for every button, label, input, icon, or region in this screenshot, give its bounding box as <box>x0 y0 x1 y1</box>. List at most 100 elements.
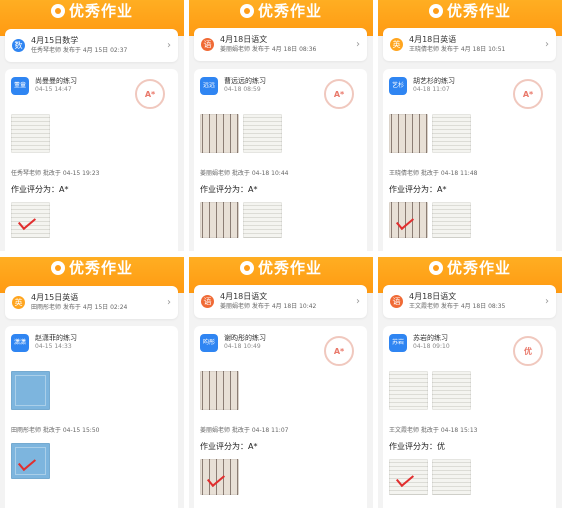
homework-photo[interactable] <box>432 114 471 153</box>
chevron-right-icon[interactable]: › <box>356 296 360 307</box>
student-work-card[interactable]: 远远 曹远远的练习 04-18 08:59 A* 姜丽娟老师 批改于 04-18… <box>194 69 367 251</box>
red-check-icon <box>17 453 37 472</box>
student-work-title: 曹远远的练习 <box>224 77 266 85</box>
review-info: 田雨彤老师 批改于 04-15 15:50 <box>11 427 100 434</box>
panel-5: 优秀作业 语 4月18日语文 姜丽娟老师 发布于 4月 18日 10:42 › … <box>189 257 373 508</box>
homework-photo[interactable] <box>389 114 428 153</box>
student-work-card[interactable]: 潇潇 赵潇菲的练习 04-15 14:33 田雨彤老师 批改于 04-15 15… <box>5 326 178 508</box>
app-logo-icon <box>50 261 65 275</box>
subject-badge: 语 <box>390 295 403 308</box>
assignment-text: 4月18日语文 姜丽娟老师 发布于 4月 18日 10:42 <box>220 292 350 311</box>
brand: 优秀作业 <box>239 259 322 277</box>
assignment-text: 4月15日数学 任秀琴老师 发布于 4月 15日 02:37 <box>31 36 161 55</box>
student-avatar: 苏岩 <box>389 334 407 352</box>
chevron-right-icon[interactable]: › <box>545 296 549 307</box>
review-info: 王文霞老师 批改于 04-18 15:13 <box>389 427 478 434</box>
corrected-photo[interactable] <box>389 459 428 495</box>
corrected-photos <box>389 459 471 495</box>
work-photos <box>11 371 50 410</box>
chevron-right-icon[interactable]: › <box>167 40 171 51</box>
corrected-photos <box>200 459 239 495</box>
student-header: 艺杉 胡艺杉的练习 04-18 11:07 <box>389 77 455 95</box>
corrected-photo[interactable] <box>11 443 50 479</box>
student-avatar: 远远 <box>200 77 218 95</box>
student-avatar: 潇潇 <box>11 334 29 352</box>
homework-photo[interactable] <box>432 371 471 410</box>
assignment-meta: 田雨彤老师 发布于 4月 15日 02:24 <box>31 304 128 311</box>
panel-4: 优秀作业 英 4月15日英语 田雨彤老师 发布于 4月 15日 02:24 › … <box>0 257 184 508</box>
assignment-card[interactable]: 数 4月15日数学 任秀琴老师 发布于 4月 15日 02:37 › <box>5 29 178 62</box>
brand-name: 优秀作业 <box>446 2 511 20</box>
subject-badge: 语 <box>201 295 214 308</box>
corrected-photos <box>200 202 282 238</box>
corrected-photos <box>11 202 50 238</box>
student-avatar: 董童 <box>11 77 29 95</box>
assignment-text: 4月15日英语 田雨彤老师 发布于 4月 15日 02:24 <box>31 293 161 312</box>
student-work-card[interactable]: 艺杉 胡艺杉的练习 04-18 11:07 A* 王晓倩老师 批改于 04-18… <box>383 69 556 251</box>
homework-photo[interactable] <box>200 114 239 153</box>
corrected-photo[interactable] <box>432 459 471 495</box>
assignment-card[interactable]: 语 4月18日语文 姜丽娟老师 发布于 4月 18日 10:42 › <box>194 285 367 318</box>
student-info: 曹远远的练习 04-18 08:59 <box>224 77 266 94</box>
brand-name: 优秀作业 <box>257 2 322 20</box>
work-photos <box>200 114 282 153</box>
student-work-date: 04-15 14:47 <box>35 86 72 93</box>
homework-photo[interactable] <box>389 371 428 410</box>
homework-photo[interactable] <box>200 371 239 410</box>
assignment-card[interactable]: 语 4月18日语文 姜丽娟老师 发布于 4月 18日 08:36 › <box>194 28 367 61</box>
student-info: 胡艺杉的练习 04-18 11:07 <box>413 77 455 94</box>
chevron-right-icon[interactable]: › <box>356 39 360 50</box>
assignment-title: 4月18日英语 <box>409 35 457 44</box>
grade-text: 作业评分为：优 <box>389 442 445 451</box>
corrected-photos <box>389 202 471 238</box>
corrected-photo[interactable] <box>243 202 282 238</box>
app-logo-icon <box>239 4 254 18</box>
student-work-date: 04-15 14:33 <box>35 343 72 350</box>
student-work-card[interactable]: 苏岩 苏岩的练习 04-18 09:10 优 王文霞老师 批改于 04-18 1… <box>383 326 556 508</box>
assignment-meta: 姜丽娟老师 发布于 4月 18日 10:42 <box>220 303 317 310</box>
panel-1: 优秀作业 数 4月15日数学 任秀琴老师 发布于 4月 15日 02:37 › … <box>0 0 184 251</box>
assignment-text: 4月18日语文 王文霞老师 发布于 4月 18日 08:35 <box>409 292 539 311</box>
assignment-title: 4月18日语文 <box>220 292 268 301</box>
assignment-card[interactable]: 英 4月15日英语 田雨彤老师 发布于 4月 15日 02:24 › <box>5 286 178 319</box>
brand: 优秀作业 <box>50 259 133 277</box>
review-info: 姜丽娟老师 批改于 04-18 11:07 <box>200 427 289 434</box>
review-info: 任秀琴老师 批改于 04-15 19:23 <box>11 170 100 177</box>
corrected-photo[interactable] <box>389 202 428 238</box>
brand: 优秀作业 <box>428 259 511 277</box>
grade-stamp-icon: A* <box>324 336 354 366</box>
homework-screenshot-grid: 优秀作业 数 4月15日数学 任秀琴老师 发布于 4月 15日 02:37 › … <box>0 0 563 513</box>
student-header: 潇潇 赵潇菲的练习 04-15 14:33 <box>11 334 77 352</box>
brand: 优秀作业 <box>428 2 511 20</box>
assignment-card[interactable]: 英 4月18日英语 王晓倩老师 发布于 4月 18日 10:51 › <box>383 28 556 61</box>
work-photos <box>389 114 471 153</box>
student-work-date: 04-18 11:07 <box>413 86 450 93</box>
subject-badge: 英 <box>12 296 25 309</box>
brand-name: 优秀作业 <box>68 2 133 20</box>
subject-badge: 语 <box>201 38 214 51</box>
assignment-card[interactable]: 语 4月18日语文 王文霞老师 发布于 4月 18日 08:35 › <box>383 285 556 318</box>
corrected-photo[interactable] <box>200 202 239 238</box>
chevron-right-icon[interactable]: › <box>545 39 549 50</box>
corrected-photo[interactable] <box>432 202 471 238</box>
student-work-card[interactable]: 董童 尚曼曼的练习 04-15 14:47 A* 任秀琴老师 批改于 04-15… <box>5 69 178 251</box>
student-work-title: 苏岩的练习 <box>413 334 448 342</box>
homework-photo[interactable] <box>11 371 50 410</box>
student-info: 谢昀彤的练习 04-18 10:49 <box>224 334 266 351</box>
student-work-title: 尚曼曼的练习 <box>35 77 77 85</box>
brand-name: 优秀作业 <box>446 259 511 277</box>
assignment-title: 4月18日语文 <box>220 35 268 44</box>
assignment-meta: 姜丽娟老师 发布于 4月 18日 08:36 <box>220 46 317 53</box>
homework-photo[interactable] <box>243 114 282 153</box>
chevron-right-icon[interactable]: › <box>167 297 171 308</box>
student-work-title: 赵潇菲的练习 <box>35 334 77 342</box>
student-header: 苏岩 苏岩的练习 04-18 09:10 <box>389 334 450 352</box>
brand: 优秀作业 <box>239 2 322 20</box>
homework-photo[interactable] <box>11 114 50 153</box>
student-work-card[interactable]: 昀彤 谢昀彤的练习 04-18 10:49 A* 姜丽娟老师 批改于 04-18… <box>194 326 367 508</box>
assignment-text: 4月18日英语 王晓倩老师 发布于 4月 18日 10:51 <box>409 35 539 54</box>
corrected-photo[interactable] <box>11 202 50 238</box>
corrected-photo[interactable] <box>200 459 239 495</box>
grade-stamp-icon: A* <box>513 79 543 109</box>
work-photos <box>200 371 239 410</box>
